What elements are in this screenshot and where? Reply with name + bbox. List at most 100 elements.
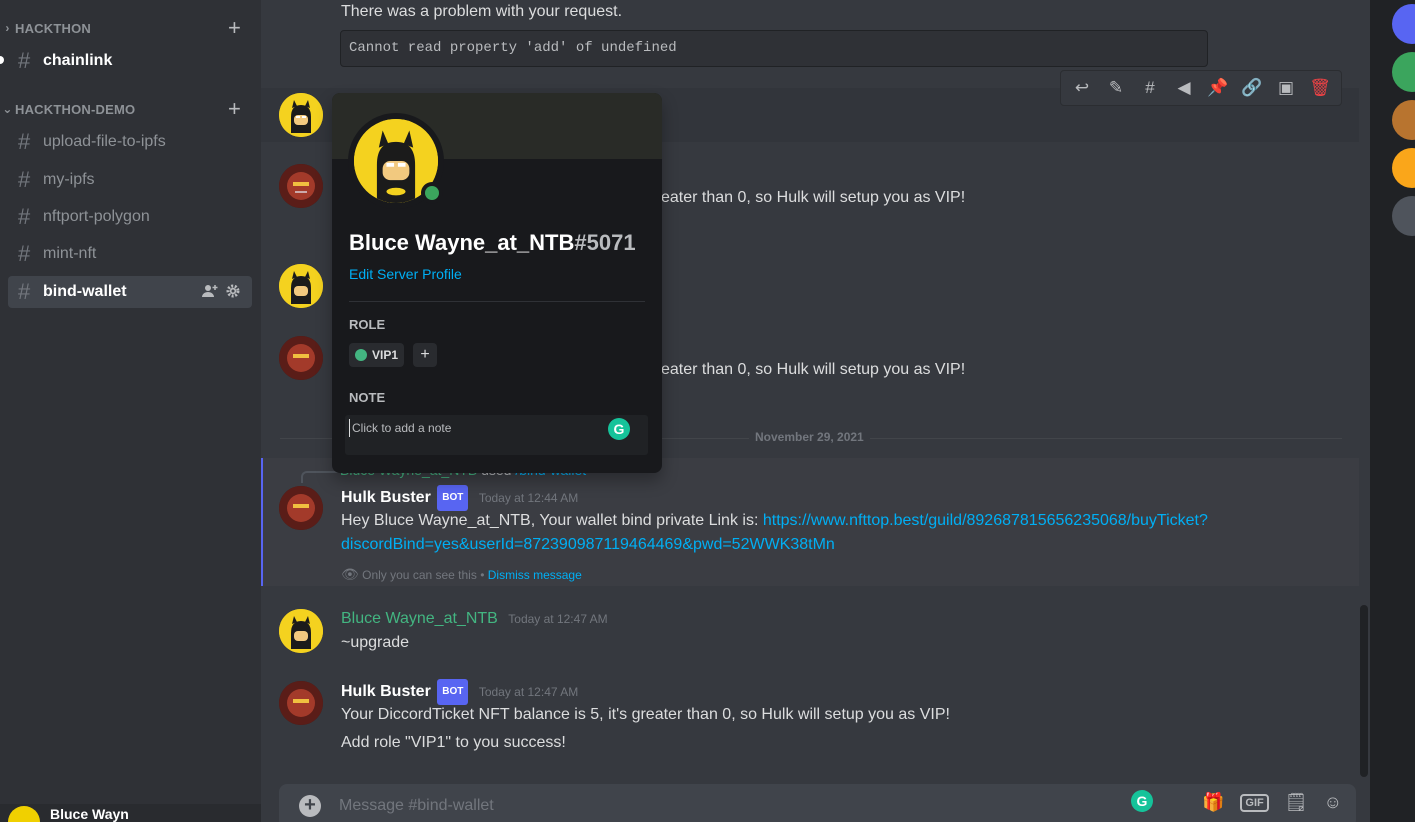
role-pill[interactable]: VIP1 <box>349 343 405 367</box>
sidebar-item-nftport-polygon[interactable]: # nftport-polygon <box>8 201 252 233</box>
partial-message-text: eater than 0, so Hulk will setup you as … <box>661 361 966 378</box>
link-icon[interactable]: 🔗 <box>1238 78 1266 98</box>
role-label: VIP1 <box>372 348 399 362</box>
hash-icon: # <box>18 48 31 73</box>
hash-icon: # <box>18 167 31 192</box>
message-author[interactable]: Hulk Buster <box>341 683 431 700</box>
role-color-dot <box>355 349 367 361</box>
grammarly-icon[interactable]: G <box>1131 790 1153 812</box>
message-composer: + G 🎁 GIF 🗒 ☺ <box>279 784 1356 822</box>
avatar[interactable] <box>279 164 323 208</box>
thread-icon[interactable]: # <box>1136 78 1164 98</box>
ephemeral-note: 👁 Only you can see this • Dismiss messag… <box>341 562 582 587</box>
channel-sidebar: › HACKTHON + # chainlink ⌄ HACKTHON-DEMO… <box>0 0 261 822</box>
server-icon[interactable] <box>1392 52 1415 92</box>
message-input[interactable] <box>339 794 1039 818</box>
add-member-icon[interactable] <box>202 284 218 301</box>
code-block: Cannot read property 'add' of undefined <box>340 30 1208 67</box>
wallet-link[interactable]: https://www.nfttop.best/guild/8926878156… <box>763 512 1208 529</box>
gif-button[interactable]: GIF <box>1240 793 1269 812</box>
channel-label: mint-nft <box>43 245 97 262</box>
wallet-link-cont[interactable]: discordBind=yes&userId=87239098711946446… <box>341 536 835 553</box>
eye-icon: 👁 <box>341 566 359 582</box>
message-header: Hulk Buster BOT Today at 12:47 AM <box>341 679 578 705</box>
edit-server-profile-link[interactable]: Edit Server Profile <box>349 266 462 282</box>
server-icon[interactable] <box>1392 148 1415 188</box>
note-field: G <box>345 415 648 455</box>
hash-icon: # <box>18 204 31 229</box>
dismiss-message-link[interactable]: Dismiss message <box>488 568 582 582</box>
server-icon[interactable] <box>1392 196 1415 236</box>
reply-connector <box>301 471 341 483</box>
server-icon[interactable] <box>1392 4 1415 44</box>
channel-label: nftport-polygon <box>43 208 150 225</box>
user-panel: Bluce Wayn <box>0 804 261 822</box>
message-header: Bluce Wayne_at_NTB Today at 12:47 AM <box>341 607 608 631</box>
create-channel-icon[interactable]: + <box>228 17 241 39</box>
emoji-icon[interactable]: ☺ <box>1324 792 1342 813</box>
avatar[interactable] <box>279 264 323 308</box>
reply-icon[interactable]: ↩ <box>1068 78 1096 98</box>
sidebar-item-upload-file-to-ipfs[interactable]: # upload-file-to-ipfs <box>8 126 252 158</box>
status-badge <box>421 182 443 204</box>
add-role-button[interactable]: + <box>413 343 437 367</box>
category-label: HACKTHON-DEMO <box>15 101 136 117</box>
channel-label: bind-wallet <box>43 283 127 300</box>
profile-username: Bluce Wayne_at_NTB#5071 <box>349 230 636 256</box>
channel-label: chainlink <box>43 52 113 69</box>
divider <box>349 301 645 302</box>
sidebar-item-my-ipfs[interactable]: # my-ipfs <box>8 164 252 196</box>
gear-icon[interactable] <box>226 284 240 301</box>
id-icon[interactable]: ▣ <box>1272 78 1300 98</box>
avatar[interactable] <box>279 681 323 725</box>
avatar[interactable] <box>279 609 323 653</box>
server-list <box>1370 0 1415 822</box>
role-header: ROLE <box>349 317 386 332</box>
avatar[interactable] <box>279 93 323 137</box>
avatar[interactable] <box>279 486 323 530</box>
bot-badge: BOT <box>437 679 469 705</box>
hash-icon: # <box>18 279 31 304</box>
category-hackthon[interactable]: › HACKTHON + <box>0 17 261 39</box>
message-body: Hey Bluce Wayne_at_NTB, Your wallet bind… <box>341 509 1341 557</box>
scrollbar[interactable] <box>1360 605 1368 777</box>
avatar[interactable] <box>279 336 323 380</box>
message-text: ~upgrade <box>341 634 410 651</box>
message-author[interactable]: Hulk Buster <box>341 489 431 506</box>
create-channel-icon[interactable]: + <box>228 98 241 120</box>
unread-indicator <box>0 56 4 64</box>
category-hackthon-demo[interactable]: ⌄ HACKTHON-DEMO + <box>0 98 261 120</box>
gift-icon[interactable]: 🎁 <box>1202 792 1224 813</box>
username-text: Bluce Wayne_at_NTB <box>349 230 575 255</box>
grammarly-icon[interactable]: G <box>608 418 630 440</box>
user-panel-name: Bluce Wayn <box>50 806 129 822</box>
category-label: HACKTHON <box>15 20 91 36</box>
error-message-text: There was a problem with your request. <box>341 3 623 20</box>
sticker-icon[interactable]: 🗒 <box>1285 792 1308 813</box>
message-text: Hey Bluce Wayne_at_NTB, Your wallet bind… <box>341 512 763 529</box>
message-timestamp: Today at 12:44 AM <box>478 491 579 505</box>
discord-window: › HACKTHON + # chainlink ⌄ HACKTHON-DEMO… <box>0 0 1415 822</box>
bullet: • <box>480 568 485 582</box>
message-header: Hulk Buster BOT Today at 12:44 AM <box>341 485 578 511</box>
sidebar-item-chainlink[interactable]: # chainlink <box>8 45 252 77</box>
note-header: NOTE <box>349 390 386 405</box>
hash-icon: # <box>18 241 31 266</box>
avatar[interactable] <box>8 806 40 822</box>
server-icon[interactable] <box>1392 100 1415 140</box>
edit-icon[interactable]: ✎ <box>1102 78 1130 98</box>
add-icon[interactable]: + <box>299 795 321 817</box>
ephemeral-text: Only you can see this <box>362 568 477 582</box>
channel-label: my-ipfs <box>43 171 95 188</box>
tag-icon[interactable]: ◀ <box>1170 78 1198 98</box>
message-author[interactable]: Bluce Wayne_at_NTB <box>341 610 498 627</box>
sidebar-item-mint-nft[interactable]: # mint-nft <box>8 238 252 270</box>
date-divider-label: November 29, 2021 <box>749 430 870 444</box>
trash-icon[interactable]: 🗑 <box>1306 78 1334 98</box>
message-toolbar: ↩ ✎ # ◀ 📌 🔗 ▣ 🗑 <box>1060 70 1342 106</box>
note-input[interactable] <box>349 419 599 437</box>
message-text: Add role "VIP1" to you success! <box>341 734 566 751</box>
sidebar-item-bind-wallet[interactable]: # bind-wallet <box>8 276 252 308</box>
pin-icon[interactable]: 📌 <box>1204 78 1232 98</box>
message-text: Your DiccordTicket NFT balance is 5, it'… <box>341 706 950 723</box>
